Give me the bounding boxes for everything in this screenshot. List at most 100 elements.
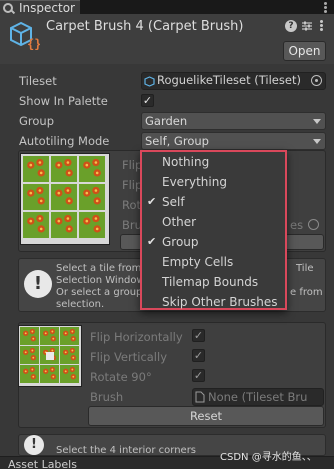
flower-center [67, 199, 71, 203]
info-icon: ! [24, 270, 52, 298]
flower-center [71, 330, 74, 333]
flower-center [31, 330, 34, 333]
flower-center [39, 171, 43, 175]
help-1-line-3: Or select a group [56, 287, 143, 298]
option-empty-cells[interactable]: Empty Cells [142, 252, 285, 272]
reset-button[interactable]: Reset [88, 406, 324, 426]
center-marker [46, 352, 54, 360]
flower-center [24, 370, 27, 373]
show-in-palette-label: Show In Palette [19, 94, 108, 108]
flip-horizontally-checkbox[interactable]: ✓ [192, 329, 205, 342]
flower-center [67, 227, 71, 231]
option-tilemap-bounds[interactable]: Tilemap Bounds [142, 272, 285, 292]
flower-center [85, 163, 89, 167]
rule-1-tile-preview[interactable] [20, 153, 110, 245]
show-in-palette-checkbox[interactable]: ✓ [141, 94, 154, 107]
flower-center [94, 161, 98, 164]
flower-center [95, 171, 99, 175]
option-self[interactable]: ✔ Self [142, 192, 285, 212]
sliders-icon[interactable] [302, 21, 312, 31]
grass-tile [23, 156, 49, 182]
grass-tile [51, 156, 77, 182]
flower-center [64, 351, 67, 354]
flower-center [51, 368, 54, 371]
option-other[interactable]: Other [142, 212, 285, 232]
grass-tile [60, 327, 79, 345]
flower-center [66, 161, 70, 164]
asset-labels-title: Asset Labels [8, 458, 77, 469]
autotiling-mode-popup: Nothing Everything ✔ Self Other ✔ Group Em… [140, 150, 287, 310]
help-icon[interactable]: ? [285, 20, 297, 32]
grass-tile [79, 156, 105, 182]
flower-center [32, 356, 35, 359]
flower-center [66, 217, 70, 220]
flip-horizontally-label: Flip Horizontally [90, 330, 183, 344]
check-icon: ✔ [147, 195, 157, 208]
object-picker-icon[interactable] [308, 219, 319, 230]
flower-center [94, 217, 98, 220]
flower-center [44, 332, 47, 335]
flower-center [85, 219, 89, 223]
rule-2-tile-preview[interactable] [18, 325, 82, 387]
help-1-line-1: Select a tile from [56, 263, 142, 274]
flower-center [64, 332, 67, 335]
flower-center [85, 191, 89, 195]
group-value: Garden [145, 114, 188, 128]
flower-center [38, 161, 42, 164]
inspector-icon [3, 2, 13, 13]
flower-center [38, 189, 42, 192]
grass-tile [79, 212, 105, 238]
open-button[interactable]: Open [283, 41, 326, 61]
flower-center [31, 368, 34, 371]
flip-vertically-label: Flip Vertically [90, 350, 168, 364]
flower-center [31, 349, 34, 352]
autotiling-mode-value: Self, Group [145, 134, 209, 148]
script-file-icon [195, 391, 205, 403]
tab-inspector[interactable]: Inspector [0, 0, 80, 15]
flower-center [51, 330, 54, 333]
option-group[interactable]: ✔ Group [142, 232, 285, 252]
grass-tile [60, 365, 79, 383]
grass-tile [23, 184, 49, 210]
watermark: CSDN @寻水的鱼、、 [220, 452, 317, 463]
grass-tile [51, 212, 77, 238]
flip-vertically-checkbox[interactable]: ✓ [192, 349, 205, 362]
flower-center [52, 337, 55, 340]
component-menu-icon[interactable] [318, 20, 324, 32]
carpet-brush-asset-icon: {} [8, 20, 40, 50]
flower-center [95, 199, 99, 203]
brush-label: Brush [90, 390, 124, 404]
flower-center [67, 171, 71, 175]
group-label: Group [19, 114, 55, 128]
rule-1-brush-value: es [290, 218, 304, 232]
flower-center [71, 368, 74, 371]
option-nothing[interactable]: Nothing [142, 152, 285, 172]
object-picker-icon[interactable] [311, 75, 322, 86]
chevron-down-icon [313, 119, 321, 124]
flower-center [29, 191, 33, 195]
help-1-line-3-right: e from [290, 287, 323, 298]
flower-center [24, 332, 27, 335]
flower-center [29, 219, 33, 223]
rotate-90-checkbox[interactable]: ✓ [192, 369, 205, 382]
option-skip-other-brushes[interactable]: Skip Other Brushes [142, 292, 285, 312]
tab-inspector-label: Inspector [19, 0, 75, 15]
flower-center [72, 375, 75, 378]
option-everything[interactable]: Everything [142, 172, 285, 192]
tileset-label: Tileset [19, 74, 57, 88]
component-title: Carpet Brush 4 (Carpet Brush) [46, 19, 244, 34]
flower-center [52, 375, 55, 378]
flower-center [44, 370, 47, 373]
grass-tile [20, 365, 39, 383]
flower-center [57, 191, 61, 195]
grass-tile [40, 365, 59, 383]
chevron-down-icon [313, 139, 321, 144]
grass-tile [60, 346, 79, 364]
grass-tile [20, 327, 39, 345]
grass-tile [20, 346, 39, 364]
flower-center [72, 337, 75, 340]
info-icon: ! [24, 435, 44, 455]
flower-center [29, 163, 33, 167]
kebab-icon[interactable] [320, 1, 330, 13]
rotate-90-label: Rotate 90° [90, 370, 152, 384]
